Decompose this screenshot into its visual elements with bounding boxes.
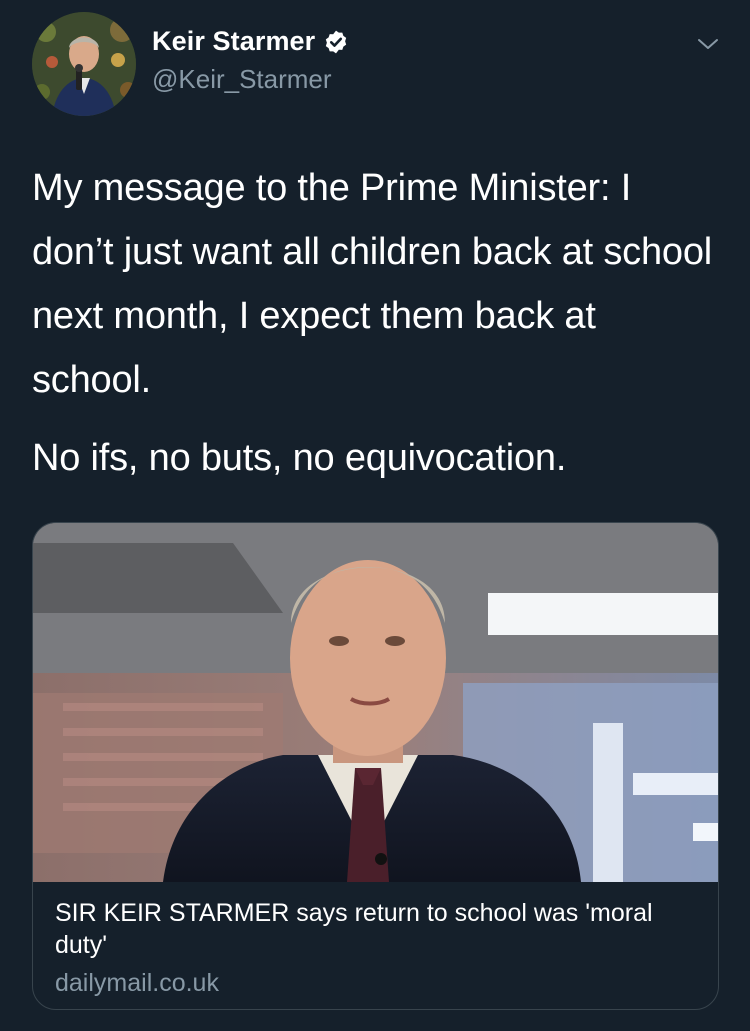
author-avatar[interactable] bbox=[32, 12, 136, 116]
link-card-title: SIR KEIR STARMER says return to school w… bbox=[55, 899, 653, 959]
author-display-name[interactable]: Keir Starmer bbox=[152, 26, 315, 57]
tweet[interactable]: Keir Starmer @Keir_Starmer My message to… bbox=[0, 0, 750, 1031]
link-card[interactable]: SIR KEIR STARMER says return to school w… bbox=[32, 522, 719, 1010]
article-photo bbox=[33, 523, 718, 882]
link-card-text: SIR KEIR STARMER says return to school w… bbox=[55, 897, 695, 999]
tweet-paragraph: My message to the Prime Minister: I don’… bbox=[32, 167, 713, 401]
verified-badge-icon bbox=[323, 29, 349, 55]
author-handle[interactable]: @Keir_Starmer bbox=[152, 64, 332, 95]
author-name-row: Keir Starmer bbox=[152, 26, 349, 57]
link-card-image bbox=[33, 523, 718, 882]
tweet-paragraph: No ifs, no buts, no equivocation. bbox=[32, 437, 567, 479]
avatar-photo bbox=[32, 12, 136, 116]
chevron-down-icon[interactable] bbox=[694, 30, 722, 58]
link-card-domain: dailymail.co.uk bbox=[55, 969, 219, 997]
tweet-text: My message to the Prime Minister: I don’… bbox=[32, 156, 722, 490]
